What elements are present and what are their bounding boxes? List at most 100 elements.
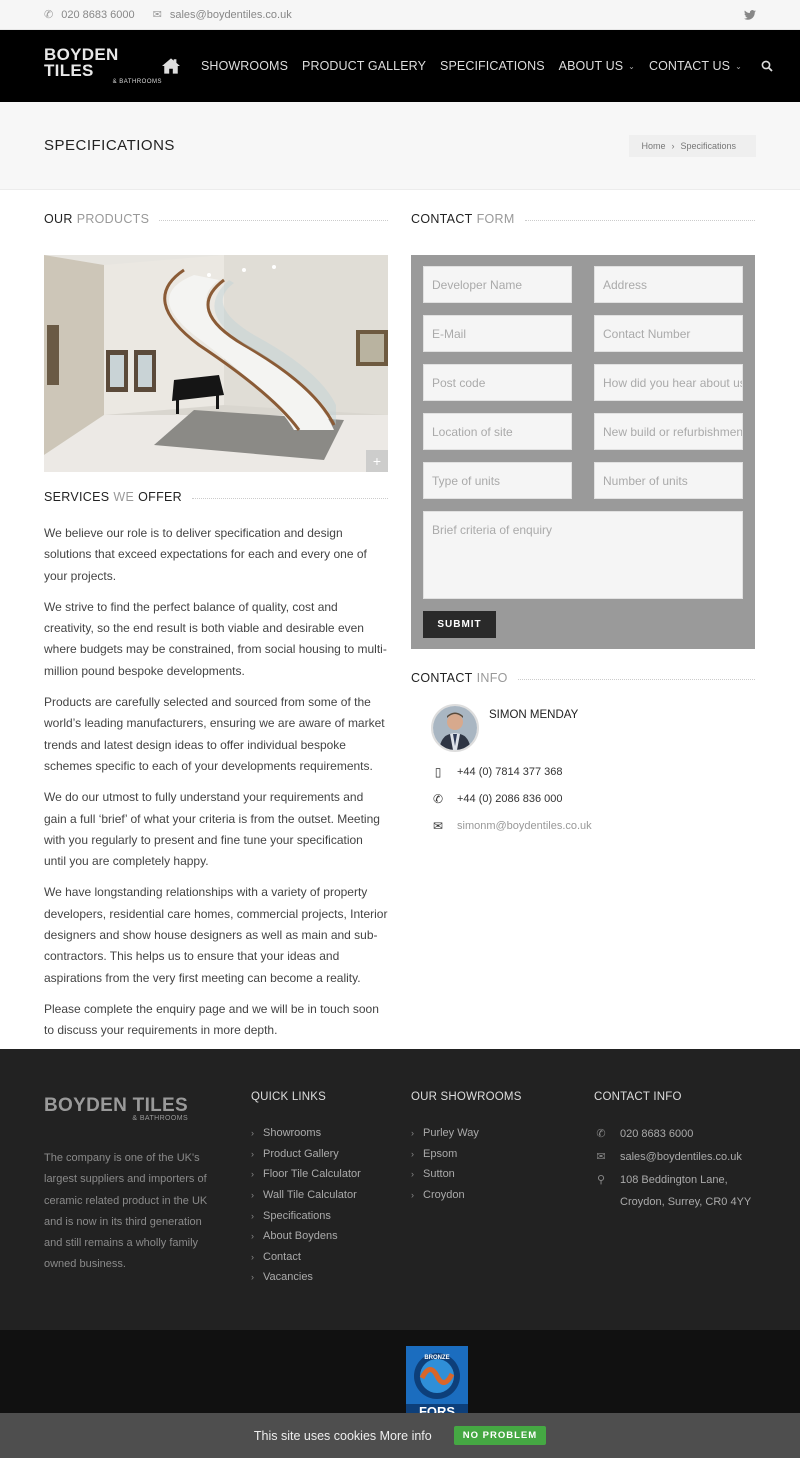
footer-contact-info: CONTACT INFO ✆ 020 8683 6000 ✉ sales@boyde… bbox=[594, 1091, 751, 1214]
footer-link-label: Vacancies bbox=[263, 1271, 313, 1284]
chevron-right-icon: › bbox=[411, 1190, 414, 1201]
footer-link[interactable]: › Product Gallery bbox=[251, 1144, 361, 1165]
envelope-icon: ✉ bbox=[432, 818, 444, 833]
breadcrumb-current: Specifications bbox=[680, 140, 736, 151]
footer-link[interactable]: › Showrooms bbox=[251, 1123, 361, 1144]
site-logo[interactable]: BOYDEN TILES & BATHROOMS bbox=[44, 45, 162, 85]
expand-plus-icon[interactable]: + bbox=[366, 450, 388, 472]
footer-link[interactable]: › Floor Tile Calculator bbox=[251, 1164, 361, 1185]
services-heading-dark: SERVICES bbox=[44, 490, 110, 504]
footer-logo[interactable]: BOYDEN TILES & BATHROOMS bbox=[44, 1096, 189, 1122]
contact-info-heading-dark: CONTACT bbox=[411, 671, 473, 685]
address-field[interactable]: Address bbox=[594, 266, 743, 303]
topbar-phone[interactable]: ✆ 020 8683 6000 bbox=[44, 8, 135, 22]
chevron-right-icon: › bbox=[411, 1148, 414, 1159]
chevron-right-icon: › bbox=[251, 1272, 254, 1283]
footer-link-label: Wall Tile Calculator bbox=[263, 1189, 357, 1202]
services-heading-light: WE bbox=[113, 490, 135, 504]
cookie-banner: This site uses cookies More info NO PROB… bbox=[0, 1413, 800, 1458]
nav-showrooms[interactable]: SHOWROOMS bbox=[201, 59, 288, 73]
email-field[interactable]: E-Mail bbox=[423, 315, 572, 352]
nav-contact-us[interactable]: CONTACT US ⌄ bbox=[649, 59, 742, 73]
fors-badge-top-text: BRONZE bbox=[424, 1355, 449, 1361]
enquiry-criteria-textarea[interactable]: Brief criteria of enquiry bbox=[423, 511, 743, 599]
heading-divider bbox=[517, 678, 755, 680]
contact-info-heading-light: INFO bbox=[476, 671, 508, 685]
staircase-photo[interactable]: + bbox=[44, 255, 388, 472]
services-paragraph: Please complete the enquiry page and we … bbox=[44, 1001, 379, 1038]
breadcrumb-home[interactable]: Home bbox=[641, 141, 665, 151]
footer-address-line2: Croydon, Surrey, CR0 4YY bbox=[620, 1196, 752, 1208]
footer-quick-links: QUICK LINKS › Showrooms › Product Gallery … bbox=[251, 1091, 361, 1288]
chevron-right-icon: › bbox=[251, 1169, 254, 1180]
contact-email[interactable]: ✉ simonm@boydentiles.co.uk bbox=[431, 812, 755, 839]
cookie-message[interactable]: This site uses cookies More info bbox=[254, 1429, 432, 1443]
twitter-icon[interactable] bbox=[744, 9, 756, 20]
footer-showroom-link[interactable]: › Croydon bbox=[411, 1185, 522, 1206]
footer-phone[interactable]: ✆ 020 8683 6000 bbox=[594, 1123, 751, 1145]
page-title-band: SPECIFICATIONS Home › Specifications bbox=[0, 102, 800, 190]
page-title: SPECIFICATIONS bbox=[44, 137, 175, 154]
footer-link[interactable]: › Wall Tile Calculator bbox=[251, 1185, 361, 1206]
contact-form-heading-dark: CONTACT bbox=[411, 212, 473, 226]
search-icon[interactable] bbox=[761, 60, 773, 72]
nav-contact-us-label: CONTACT US bbox=[648, 59, 731, 73]
contact-mobile-text: +44 (0) 7814 377 368 bbox=[457, 765, 563, 778]
footer-link[interactable]: › Contact bbox=[251, 1247, 361, 1268]
footer-about-text: The company is one of the UK's largest s… bbox=[44, 1152, 208, 1271]
heading-divider bbox=[192, 497, 388, 499]
chevron-down-icon: ⌄ bbox=[628, 61, 635, 71]
contact-number-field[interactable]: Contact Number bbox=[594, 315, 743, 352]
submit-button[interactable]: SUBMIT bbox=[423, 611, 496, 638]
chevron-down-icon: ⌄ bbox=[735, 61, 742, 71]
developer-name-field[interactable]: Developer Name bbox=[423, 266, 572, 303]
services-heading-dark2: OFFER bbox=[138, 490, 182, 504]
unit-type-field[interactable]: Type of units bbox=[423, 462, 572, 499]
build-type-field[interactable]: New build or refurbishment bbox=[594, 413, 743, 450]
footer-showroom-link[interactable]: › Sutton bbox=[411, 1164, 522, 1185]
how-heard-field[interactable]: How did you hear about us? bbox=[594, 364, 743, 401]
footer-showrooms: OUR SHOWROOMS › Purley Way › Epsom › Sutton… bbox=[411, 1091, 522, 1205]
nav-about-us[interactable]: ABOUT US ⌄ bbox=[559, 59, 635, 73]
contact-form: Developer Name Address E-Mail Contact Nu… bbox=[411, 255, 755, 649]
contact-info-heading: CONTACT INFO bbox=[411, 668, 755, 688]
products-heading: OUR PRODUCTS bbox=[44, 209, 388, 229]
footer-email[interactable]: ✉ sales@boydentiles.co.uk bbox=[594, 1146, 751, 1168]
phone-icon: ✆ bbox=[44, 9, 54, 21]
chevron-right-icon: › bbox=[251, 1148, 254, 1159]
footer-address: ⚲ 108 Beddington Lane, Croydon, Surrey, CR… bbox=[594, 1169, 751, 1213]
services-paragraph: We believe our role is to deliver specif… bbox=[44, 526, 367, 583]
cookie-accept-button[interactable]: NO PROBLEM bbox=[453, 1426, 547, 1445]
phone-icon: ✆ bbox=[432, 791, 444, 806]
fors-badge[interactable]: BRONZE FORS bbox=[406, 1346, 468, 1416]
footer-logo-sub: & BATHROOMS bbox=[132, 1115, 189, 1122]
site-location-field[interactable]: Location of site bbox=[423, 413, 572, 450]
contact-phone[interactable]: ✆ +44 (0) 2086 836 000 bbox=[431, 785, 755, 812]
nav-specifications[interactable]: SPECIFICATIONS bbox=[440, 59, 545, 73]
topbar-email[interactable]: ✉ sales@boydentiles.co.uk bbox=[153, 8, 292, 22]
footer-showroom-label: Epsom bbox=[423, 1147, 458, 1160]
footer-showroom-link[interactable]: › Purley Way bbox=[411, 1123, 522, 1144]
home-icon[interactable] bbox=[162, 58, 180, 74]
fors-badge-image: BRONZE FORS bbox=[406, 1346, 468, 1416]
chevron-right-icon: › bbox=[411, 1169, 414, 1180]
right-column: CONTACT FORM Developer Name Address E-Mai… bbox=[411, 189, 755, 839]
footer-link[interactable]: › Specifications bbox=[251, 1205, 361, 1226]
footer-link[interactable]: › Vacancies bbox=[251, 1267, 361, 1288]
footer-link[interactable]: › About Boydens bbox=[251, 1226, 361, 1247]
unit-count-field[interactable]: Number of units bbox=[594, 462, 743, 499]
footer-showroom-link[interactable]: › Epsom bbox=[411, 1144, 522, 1165]
logo-main-text: BOYDEN TILES bbox=[44, 45, 119, 80]
postcode-field[interactable]: Post code bbox=[423, 364, 572, 401]
footer-email-text: sales@boydentiles.co.uk bbox=[620, 1151, 742, 1163]
services-paragraph: We strive to find the perfect balance of… bbox=[44, 599, 387, 678]
nav-product-gallery[interactable]: PRODUCT GALLERY bbox=[302, 59, 426, 73]
chevron-right-icon: › bbox=[251, 1190, 254, 1201]
map-pin-icon: ⚲ bbox=[596, 1174, 606, 1186]
contact-mobile[interactable]: ▯ +44 (0) 7814 377 368 bbox=[431, 758, 755, 785]
chevron-right-icon: › bbox=[251, 1128, 254, 1139]
chevron-right-icon: › bbox=[251, 1210, 254, 1221]
footer-address-line1: 108 Beddington Lane, bbox=[620, 1174, 728, 1186]
footer-showroom-label: Purley Way bbox=[423, 1127, 479, 1140]
topbar-email-text: sales@boydentiles.co.uk bbox=[169, 8, 292, 21]
